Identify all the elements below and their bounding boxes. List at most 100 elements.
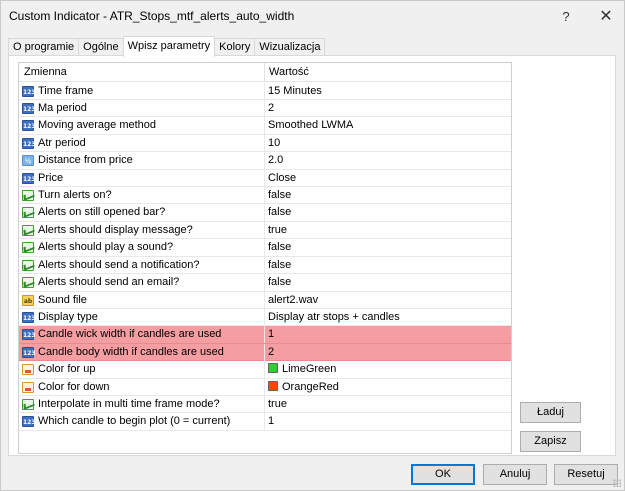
indicator-dialog: Custom Indicator - ATR_Stops_mtf_alerts_… bbox=[0, 0, 625, 491]
row-value[interactable]: false bbox=[268, 187, 291, 204]
tab-colors[interactable]: Kolory bbox=[214, 38, 256, 56]
cell-divider bbox=[264, 204, 265, 222]
integer-type-icon: 123 bbox=[22, 102, 36, 114]
cell-divider bbox=[264, 256, 265, 274]
table-row[interactable]: ½ Distance from price 2.0 bbox=[19, 152, 511, 170]
tab-general[interactable]: Ogólne bbox=[78, 38, 124, 56]
row-name: Sound file bbox=[38, 293, 87, 306]
table-row[interactable]: Alerts should play a sound? false bbox=[19, 239, 511, 257]
row-name: Alerts should play a sound? bbox=[38, 241, 174, 254]
table-row[interactable]: 123 Candle wick width if candles are used… bbox=[19, 326, 511, 344]
cell-divider bbox=[264, 152, 265, 170]
boolean-type-icon bbox=[22, 190, 34, 202]
table-row[interactable]: 123 Ma period 2 bbox=[19, 99, 511, 118]
color-name: OrangeRed bbox=[282, 380, 339, 393]
row-value[interactable]: false bbox=[268, 274, 291, 291]
row-value[interactable]: 2 bbox=[268, 344, 274, 361]
row-value[interactable]: LimeGreen bbox=[268, 361, 336, 378]
table-row[interactable]: Alerts should display message? true bbox=[19, 221, 511, 240]
tab-about[interactable]: O programie bbox=[8, 38, 80, 56]
row-value[interactable]: Smoothed LWMA bbox=[268, 117, 353, 134]
tab-visualization[interactable]: Wizualizacja bbox=[254, 38, 326, 56]
row-name: Ma period bbox=[38, 101, 87, 114]
color-name: LimeGreen bbox=[282, 363, 337, 376]
row-name: Time frame bbox=[38, 84, 94, 97]
table-row[interactable]: Color for up LimeGreen bbox=[19, 361, 511, 379]
cell-divider bbox=[264, 308, 265, 326]
row-value[interactable]: OrangeRed bbox=[268, 379, 339, 396]
table-row[interactable]: Color for down OrangeRed bbox=[19, 378, 511, 397]
title-bar: Custom Indicator - ATR_Stops_mtf_alerts_… bbox=[1, 1, 624, 31]
cell-divider bbox=[264, 169, 265, 187]
boolean-type-icon bbox=[22, 259, 34, 271]
help-icon[interactable]: ? bbox=[544, 1, 588, 31]
grid-header: Zmienna Wartość bbox=[19, 63, 511, 82]
column-header-variable[interactable]: Zmienna bbox=[24, 63, 67, 82]
table-row[interactable]: Alerts on still opened bar? false bbox=[19, 204, 511, 222]
row-value[interactable]: true bbox=[268, 396, 287, 413]
table-row[interactable]: 123 Candle body width if candles are used… bbox=[19, 343, 511, 362]
boolean-type-icon bbox=[22, 399, 34, 411]
resize-grip-icon[interactable] bbox=[613, 479, 621, 487]
cell-divider bbox=[264, 326, 265, 344]
tab-inputs[interactable]: Wpisz parametry bbox=[122, 36, 216, 57]
row-name: Candle wick width if candles are used bbox=[38, 328, 222, 341]
cell-divider bbox=[264, 291, 265, 309]
row-value[interactable]: alert2.wav bbox=[268, 292, 318, 309]
row-name: Moving average method bbox=[38, 119, 157, 132]
row-value[interactable]: 1 bbox=[268, 326, 274, 343]
row-value[interactable]: false bbox=[268, 204, 291, 221]
row-value[interactable]: 15 Minutes bbox=[268, 83, 322, 100]
table-row[interactable]: Alerts should send an email? false bbox=[19, 274, 511, 292]
row-value[interactable]: false bbox=[268, 257, 291, 274]
cell-divider bbox=[264, 134, 265, 152]
color-swatch bbox=[268, 363, 278, 374]
color-type-icon bbox=[22, 381, 34, 393]
row-name: Color for down bbox=[38, 380, 110, 393]
row-value[interactable]: true bbox=[268, 222, 287, 239]
cell-divider bbox=[264, 396, 265, 414]
table-row[interactable]: 123 Moving average method Smoothed LWMA bbox=[19, 117, 511, 135]
cell-divider bbox=[264, 99, 265, 117]
table-row[interactable]: 123 Display type Display atr stops + candl… bbox=[19, 308, 511, 327]
table-row[interactable]: Alerts should send a notification? false bbox=[19, 256, 511, 275]
close-icon[interactable]: ✕ bbox=[584, 1, 625, 31]
row-value[interactable]: 10 bbox=[268, 135, 280, 152]
row-name: Interpolate in multi time frame mode? bbox=[38, 398, 220, 411]
column-header-value[interactable]: Wartość bbox=[269, 63, 309, 82]
row-name: Turn alerts on? bbox=[38, 189, 112, 202]
row-name: Alerts on still opened bar? bbox=[38, 206, 166, 219]
cell-divider bbox=[264, 274, 265, 292]
row-name: Display type bbox=[38, 310, 98, 323]
table-row[interactable]: 123 Which candle to begin plot (0 = curre… bbox=[19, 413, 511, 431]
table-row[interactable]: Turn alerts on? false bbox=[19, 187, 511, 205]
row-name: Alerts should display message? bbox=[38, 223, 193, 236]
table-row[interactable]: 123 Atr period 10 bbox=[19, 134, 511, 153]
row-name: Candle body width if candles are used bbox=[38, 345, 224, 358]
row-value[interactable]: false bbox=[268, 239, 291, 256]
cancel-button[interactable]: Anuluj bbox=[483, 464, 547, 485]
table-row[interactable]: 123 Price Close bbox=[19, 169, 511, 187]
cell-divider bbox=[264, 82, 265, 100]
row-value[interactable]: 2.0 bbox=[268, 152, 283, 169]
row-name: Price bbox=[38, 171, 64, 184]
integer-type-icon: 123 bbox=[22, 85, 36, 97]
save-button[interactable]: Zapisz bbox=[520, 431, 581, 452]
column-divider[interactable] bbox=[264, 63, 265, 82]
reset-button[interactable]: Resetuj bbox=[554, 464, 618, 485]
table-row[interactable]: Interpolate in multi time frame mode? tru… bbox=[19, 396, 511, 414]
integer-type-icon: 123 bbox=[22, 311, 36, 323]
cell-divider bbox=[264, 361, 265, 379]
cell-divider bbox=[264, 378, 265, 396]
row-name: Distance from price bbox=[38, 154, 133, 167]
row-value[interactable]: 1 bbox=[268, 413, 274, 430]
table-row[interactable]: 123 Time frame 15 Minutes bbox=[19, 82, 511, 100]
row-value[interactable]: 2 bbox=[268, 100, 274, 117]
table-row[interactable]: ab Sound file alert2.wav bbox=[19, 291, 511, 309]
row-value[interactable]: Display atr stops + candles bbox=[268, 309, 400, 326]
row-name: Alerts should send an email? bbox=[38, 276, 180, 289]
ok-button[interactable]: OK bbox=[411, 464, 475, 485]
row-value[interactable]: Close bbox=[268, 170, 296, 187]
cell-divider bbox=[264, 343, 265, 361]
load-button[interactable]: Ładuj bbox=[520, 402, 581, 423]
